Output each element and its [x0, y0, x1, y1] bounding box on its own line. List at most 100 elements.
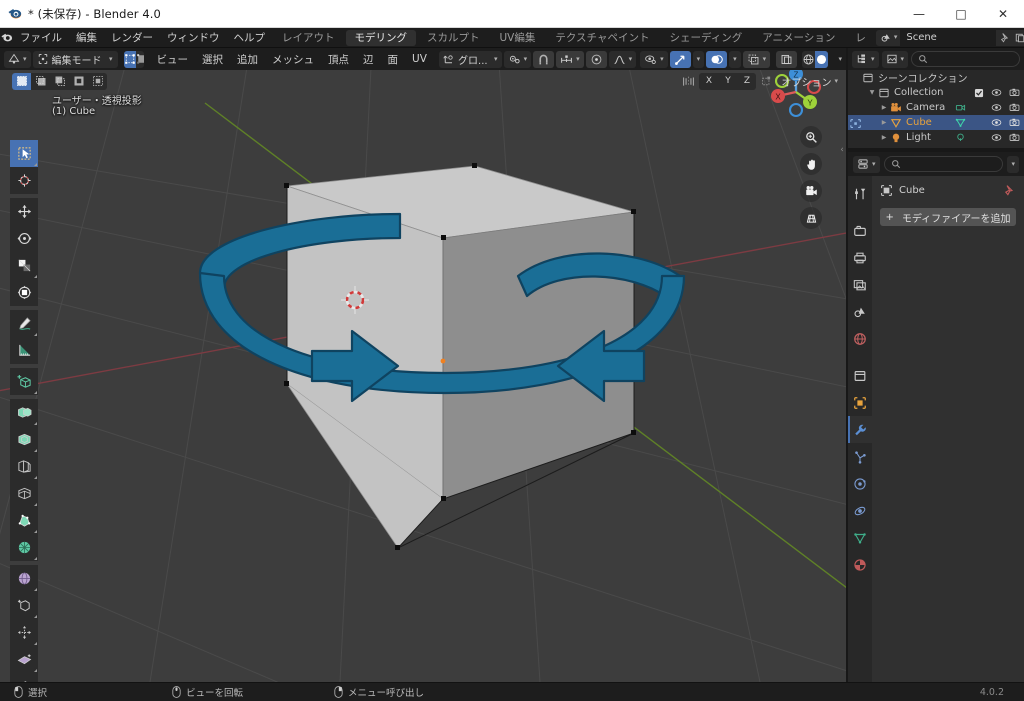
properties-tab-object[interactable] [848, 389, 872, 416]
workspace-tab-rendering[interactable]: レ [846, 30, 875, 46]
rip-region-tool[interactable] [10, 673, 38, 682]
zoom-view-button[interactable] [800, 126, 822, 148]
expand-triangle-icon[interactable]: ▶ [878, 104, 890, 111]
menu-window[interactable]: ウィンドウ [160, 28, 227, 48]
eye-icon[interactable] [991, 87, 1002, 98]
options-menu[interactable]: オプション ▾ [777, 73, 840, 90]
expand-triangle-icon[interactable]: ▶ [878, 119, 890, 126]
outliner-row-light[interactable]: ▶ Light [848, 130, 1024, 145]
rotate-tool[interactable] [10, 225, 38, 252]
camera-icon[interactable] [1009, 87, 1020, 98]
properties-tab-physics[interactable] [848, 470, 872, 497]
duplicate-icon[interactable] [1014, 32, 1024, 44]
camera-icon[interactable] [1009, 132, 1020, 143]
shrink-fatten-tool[interactable] [10, 646, 38, 673]
workspace-tab-animation[interactable]: アニメーション [753, 30, 844, 46]
workspace-tab-shading[interactable]: シェーディング [660, 30, 751, 46]
scale-tool[interactable] [10, 252, 38, 279]
workspace-tab-texturepaint[interactable]: テクスチャペイント [546, 30, 658, 46]
overlays-toggle[interactable] [706, 50, 728, 68]
workspace-tab-modeling[interactable]: モデリング [345, 29, 416, 46]
camera-icon[interactable] [1009, 102, 1020, 113]
add-cube-tool[interactable] [10, 368, 38, 395]
vertex-select-mode[interactable] [123, 50, 136, 68]
snap-settings[interactable]: ▾ [556, 50, 584, 68]
viewport-canvas[interactable] [0, 48, 846, 682]
menu-render[interactable]: レンダー [104, 28, 160, 48]
properties-tab-scene[interactable] [848, 298, 872, 325]
properties-tab-material[interactable] [848, 551, 872, 578]
outliner-row-camera[interactable]: ▶ Camera [848, 100, 1024, 115]
spin-tool[interactable] [10, 565, 38, 592]
outliner-display-mode[interactable]: ▾ [852, 50, 879, 68]
properties-tab-tool[interactable] [848, 180, 872, 207]
toggle-perspective-button[interactable] [800, 207, 822, 229]
solid-shading[interactable] [814, 50, 828, 68]
pivot-point-selector[interactable]: ▾ [503, 50, 532, 68]
properties-tab-render[interactable] [848, 217, 872, 244]
eye-icon[interactable] [991, 102, 1002, 113]
select-extend-mode[interactable] [31, 73, 50, 90]
scene-name[interactable]: Scene [900, 29, 997, 46]
properties-tab-view-layer[interactable] [848, 271, 872, 298]
pin-icon[interactable] [999, 32, 1011, 44]
3d-viewport[interactable]: ▾ 編集モード ▾ ビュー 選択 追加 メッシュ 頂点 辺 面 UV グロ...… [0, 48, 846, 682]
expand-triangle-icon[interactable]: ▼ [866, 89, 878, 96]
mesh-data-icon[interactable] [955, 117, 966, 128]
outliner-filter[interactable]: ▾ [881, 50, 909, 68]
pin-icon[interactable] [1003, 184, 1016, 197]
bevel-tool[interactable] [10, 453, 38, 480]
properties-tab-constraints[interactable] [848, 497, 872, 524]
blender-menu-icon[interactable] [0, 28, 13, 48]
pan-view-button[interactable] [800, 153, 822, 175]
snap-toggle[interactable] [533, 50, 555, 68]
edge-select-mode[interactable] [136, 51, 144, 68]
transform-orientation-selector[interactable]: グロ... ▾ [439, 50, 502, 68]
camera-data-icon[interactable] [955, 102, 966, 113]
annotate-tool[interactable] [10, 310, 38, 337]
outliner-row-scene-collection[interactable]: シーンコレクション [848, 70, 1024, 85]
properties-tab-world[interactable] [848, 325, 872, 352]
wireframe-shading[interactable] [802, 51, 815, 68]
mirror-axis-x[interactable]: X [699, 73, 718, 90]
shading-settings[interactable]: ▾ [834, 51, 846, 68]
minimize-button[interactable]: — [898, 0, 940, 28]
properties-search-input[interactable] [883, 156, 1004, 172]
menu-edit[interactable]: 編集 [69, 28, 104, 48]
close-button[interactable]: ✕ [982, 0, 1024, 28]
cursor-tool[interactable] [10, 167, 38, 194]
workspace-tab-layout[interactable]: レイアウト [273, 30, 344, 46]
outliner-row-cube[interactable]: ▶ Cube [848, 115, 1024, 130]
loop-cut-tool[interactable] [10, 480, 38, 507]
viewport-menu-vertex[interactable]: 頂点 [322, 48, 355, 70]
topology-mirror-icon[interactable] [760, 75, 773, 88]
camera-icon[interactable] [1009, 117, 1020, 128]
properties-tab-data[interactable] [848, 524, 872, 551]
viewport-menu-mesh[interactable]: メッシュ [266, 48, 320, 70]
smooth-tool[interactable] [10, 592, 38, 619]
select-invert-mode[interactable] [69, 73, 88, 90]
material-preview-shading[interactable] [828, 51, 829, 68]
edge-slide-tool[interactable] [10, 619, 38, 646]
editor-type-button[interactable]: ▾ [4, 50, 31, 68]
outliner-search-input[interactable] [911, 51, 1020, 67]
viewport-menu-face[interactable]: 面 [382, 48, 405, 70]
scene-browse-button[interactable]: ▾ [875, 29, 901, 46]
menu-file[interactable]: ファイル [13, 28, 69, 48]
properties-tab-collection[interactable] [848, 362, 872, 389]
viewport-menu-edge[interactable]: 辺 [357, 48, 380, 70]
light-data-icon[interactable] [955, 132, 966, 143]
properties-tab-modifier[interactable] [848, 416, 872, 443]
xray-mode-toggle[interactable] [775, 50, 797, 68]
knife-tool[interactable] [10, 507, 38, 534]
viewport-menu-add[interactable]: 追加 [231, 48, 264, 70]
properties-editor-type-button[interactable]: ▾ [853, 155, 880, 173]
checkbox-checked-icon[interactable] [974, 88, 984, 98]
viewport-menu-view[interactable]: ビュー [151, 48, 195, 70]
sidebar-collapse-arrow[interactable]: ‹ [838, 141, 846, 159]
xray-toggle[interactable]: ▾ [742, 50, 771, 68]
workspace-tab-sculpt[interactable]: スカルプト [418, 30, 489, 46]
mirror-axis-y[interactable]: Y [718, 73, 737, 90]
extrude-region-tool[interactable] [10, 399, 38, 426]
gizmo-toggle[interactable] [669, 50, 691, 68]
